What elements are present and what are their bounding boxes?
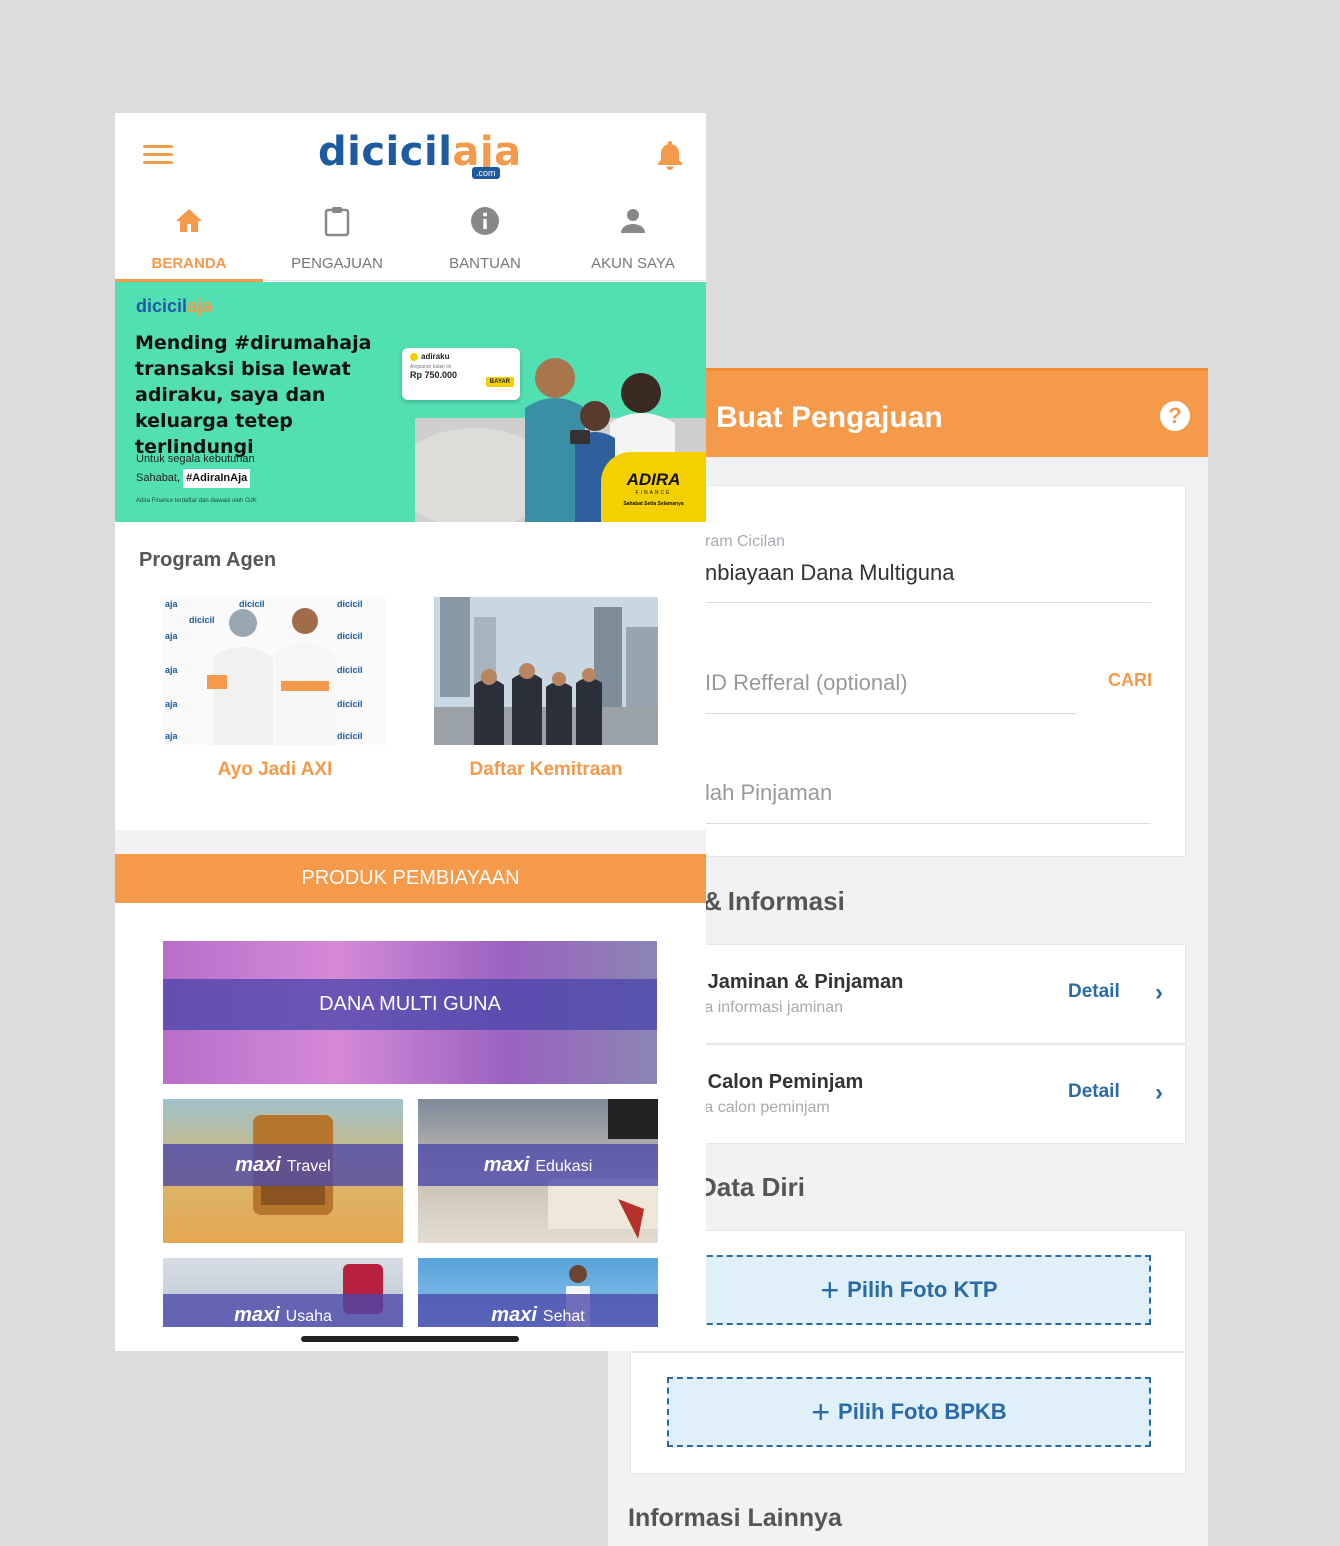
detail-link[interactable]: Detail (1068, 981, 1120, 1003)
chevron-right-icon: › (1155, 979, 1163, 1006)
svg-text:aja: aja (165, 665, 179, 675)
pilih-foto-bpkb-button[interactable]: + Pilih Foto BPKB (667, 1377, 1151, 1447)
svg-text:aja: aja (165, 631, 179, 641)
detail-link[interactable]: Detail (1068, 1081, 1120, 1103)
pilih-foto-ktp-button[interactable]: + Pilih Foto KTP (667, 1255, 1151, 1325)
help-circle-icon[interactable]: ? (1160, 401, 1190, 431)
product-strip: maxi Edukasi (418, 1144, 658, 1186)
tab-akun-saya[interactable]: AKUN SAYA (559, 195, 706, 281)
section-lainnya-title: Informasi Lainnya (628, 1504, 842, 1532)
svg-text:aja: aja (165, 699, 179, 709)
section-data-diri-title: Data Diri (698, 1172, 805, 1202)
tab-beranda[interactable]: BERANDA (115, 195, 263, 282)
chevron-right-icon: › (1155, 1079, 1163, 1106)
adiraku-payment-card: adiraku Angsuran bulan ini Rp 750.000 BA… (402, 348, 520, 400)
info-icon (471, 207, 499, 235)
logo-suffix: .com (472, 167, 500, 179)
hamburger-menu-icon[interactable] (143, 145, 173, 165)
tab-bantuan[interactable]: BANTUAN (411, 195, 559, 281)
plus-icon: + (811, 1394, 831, 1430)
maxi-usaha-tile[interactable]: maxi Usaha (163, 1258, 403, 1327)
section-informasi-title: & Informasi (703, 886, 845, 916)
svg-text:dicicil: dicicil (337, 631, 363, 641)
svg-text:dicicil: dicicil (337, 599, 363, 609)
program-agen-title: Program Agen (139, 549, 277, 571)
home-indicator (301, 1336, 519, 1342)
produk-pembiayaan-header: PRODUK PEMBIAYAAN (115, 854, 706, 903)
row-subtitle: ata calon peminjam (691, 1099, 830, 1116)
svg-text:aja: aja (165, 599, 179, 609)
promo-banner[interactable]: dicicilaja Mending #dirumahaja transaksi… (115, 282, 706, 522)
maxi-travel-tile[interactable]: maxi Travel (163, 1099, 403, 1243)
svg-text:dicicil: dicicil (337, 731, 363, 741)
field-divider (705, 602, 1151, 603)
bpkb-upload-card: + Pilih Foto BPKB (630, 1352, 1186, 1474)
dana-multi-guna-tile[interactable]: DANA MULTI GUNA (163, 941, 657, 1084)
svg-text:dicicil: dicicil (239, 599, 265, 609)
svg-text:dicicil: dicicil (337, 665, 363, 675)
top-bar: dicicilaja .com (115, 113, 706, 195)
row-title: a Jaminan & Pinjaman (691, 971, 904, 993)
tab-label: BERANDA (151, 255, 227, 272)
banner-logo: dicicilaja (136, 296, 213, 316)
maxi-sehat-tile[interactable]: maxi Sehat (418, 1258, 658, 1327)
bayar-button: BAYAR (485, 377, 514, 387)
ayo-jadi-axi-link[interactable]: Ayo Jadi AXI (163, 759, 387, 781)
kemitraan-program-image[interactable] (434, 597, 658, 745)
tab-pengajuan[interactable]: PENGAJUAN (263, 195, 411, 281)
home-screen: dicicilaja .com BERANDA PENGAJUAN BANTUA… (115, 113, 706, 1351)
pinjaman-input[interactable]: lah Pinjaman (705, 780, 832, 806)
bell-icon[interactable] (656, 139, 684, 171)
jaminan-row[interactable]: a Jaminan & Pinjaman ata informasi jamin… (630, 944, 1186, 1044)
svg-text:dicicil: dicicil (337, 699, 363, 709)
product-strip: maxi Travel (163, 1144, 403, 1186)
product-strip: maxi Sehat (418, 1294, 658, 1327)
clipboard-icon (324, 207, 350, 237)
banner-fine-print: Adira Finance terdaftar dan diawasi oleh… (136, 498, 257, 504)
row-title: a Calon Peminjam (691, 1071, 864, 1093)
maxi-edukasi-tile[interactable]: maxi Edukasi (418, 1099, 658, 1243)
cari-button[interactable]: CARI (1108, 670, 1152, 691)
banner-subtext: Untuk segala kebutuhan Sahabat, #AdiraIn… (136, 450, 255, 488)
loan-form-card: ram Cicilan nbiayaan Dana Multiguna ID R… (630, 485, 1186, 857)
calon-peminjam-row[interactable]: a Calon Peminjam ata calon peminjam Deta… (630, 1044, 1186, 1144)
user-icon (621, 209, 645, 233)
bottom-nav-tabs: BERANDA PENGAJUAN BANTUAN AKUN SAYA (115, 195, 706, 282)
svg-text:aja: aja (165, 731, 179, 741)
home-icon (176, 209, 202, 232)
page-title: Buat Pengajuan (716, 401, 943, 434)
banner-headline: Mending #dirumahaja transaksi bisa lewat… (135, 332, 372, 458)
tab-label: PENGAJUAN (291, 255, 383, 272)
program-select[interactable]: nbiayaan Dana Multiguna (705, 560, 955, 586)
field-divider (705, 823, 1151, 824)
axi-program-image[interactable]: aja dicicil dicicil dicicildicicil ajaaja d… (163, 597, 387, 745)
plus-icon: + (820, 1272, 840, 1308)
referral-input[interactable]: ID Refferal (optional) (705, 670, 908, 696)
svg-text:dicicil: dicicil (189, 615, 215, 625)
product-name: DANA MULTI GUNA (163, 979, 657, 1030)
tab-label: BANTUAN (449, 255, 521, 272)
field-divider (705, 713, 1077, 714)
program-label: ram Cicilan (705, 533, 786, 550)
ktp-upload-card: + Pilih Foto KTP (630, 1230, 1186, 1352)
section-divider (115, 830, 706, 854)
product-strip: maxi Usaha (163, 1294, 403, 1327)
row-subtitle: ata informasi jaminan (691, 999, 844, 1016)
adira-logo: ADIRA FINANCE Sahabat Setia Selamanya (601, 452, 706, 522)
daftar-kemitraan-link[interactable]: Daftar Kemitraan (434, 759, 658, 781)
tab-label: AKUN SAYA (591, 255, 675, 272)
